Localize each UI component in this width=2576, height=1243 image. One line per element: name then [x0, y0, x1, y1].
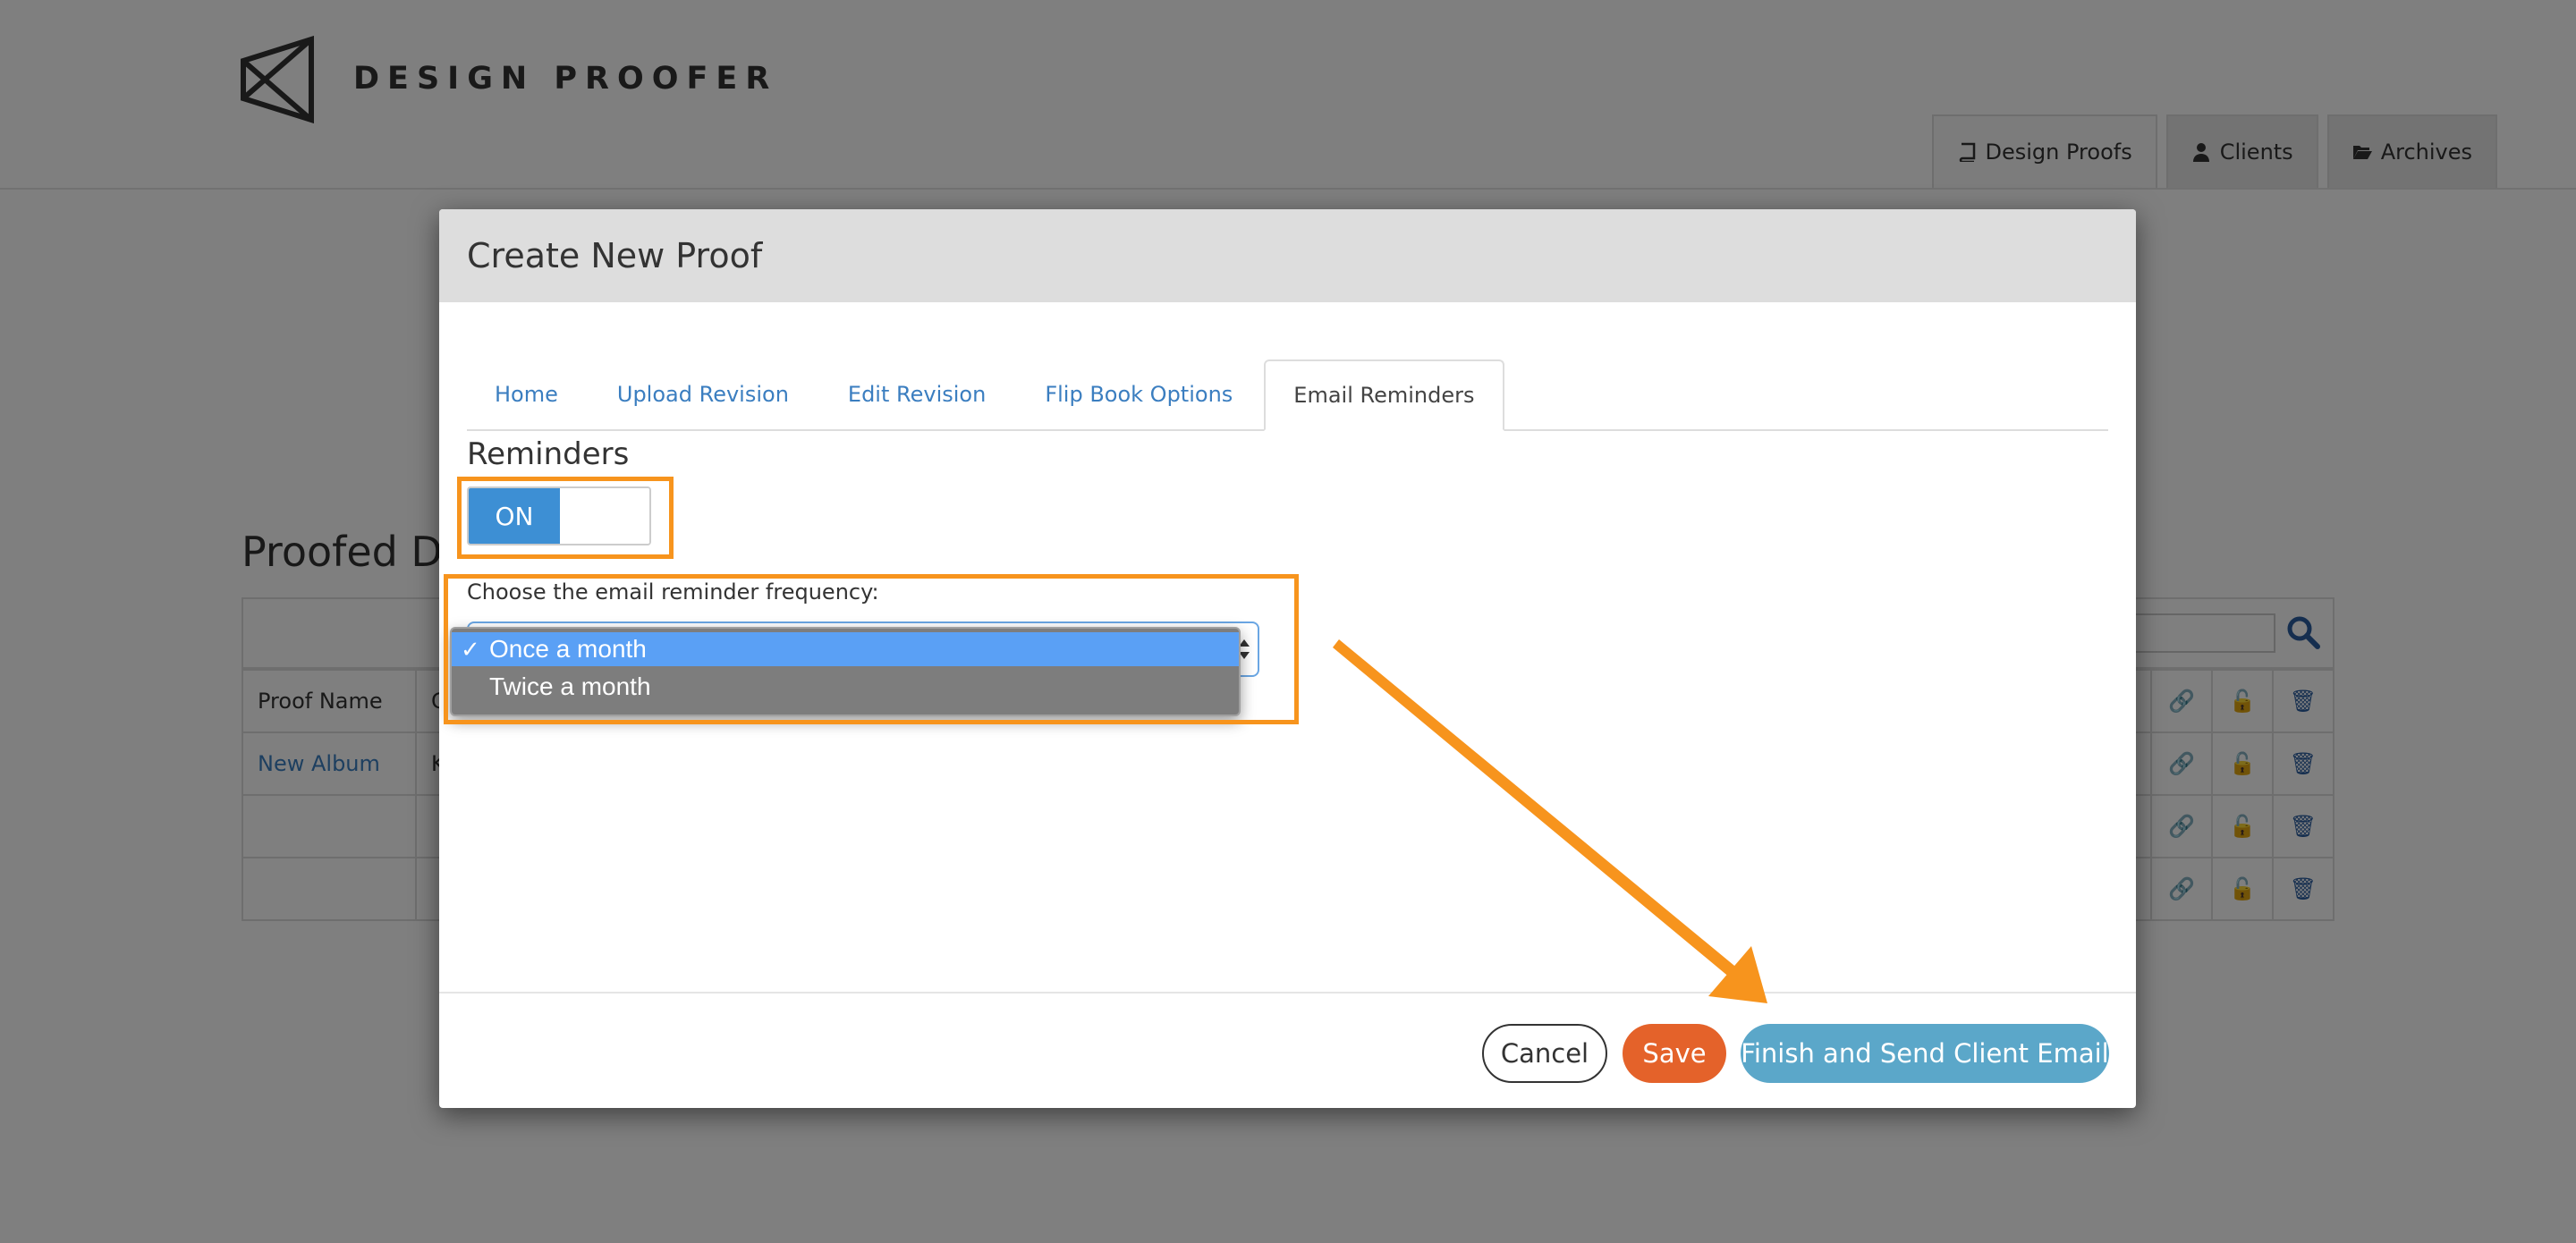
- save-button[interactable]: Save: [1623, 1024, 1726, 1083]
- modal-title: Create New Proof: [467, 236, 763, 275]
- modal-tabs: Home Upload Revision Edit Revision Flip …: [467, 331, 2108, 431]
- tab-email-reminders[interactable]: Email Reminders: [1264, 359, 1504, 431]
- frequency-highlight-box: [444, 574, 1299, 724]
- tab-home[interactable]: Home: [467, 359, 586, 429]
- modal-footer: Cancel Save Finish and Send Client Email: [439, 992, 2136, 1108]
- tab-edit-revision[interactable]: Edit Revision: [820, 359, 1013, 429]
- reminders-heading: Reminders: [467, 436, 630, 472]
- tab-upload-revision[interactable]: Upload Revision: [589, 359, 817, 429]
- modal-header: Create New Proof: [439, 209, 2136, 302]
- finish-send-email-button[interactable]: Finish and Send Client Email: [1741, 1024, 2109, 1083]
- cancel-button[interactable]: Cancel: [1482, 1024, 1607, 1083]
- tab-flip-book-options[interactable]: Flip Book Options: [1017, 359, 1260, 429]
- toggle-highlight-box: [457, 477, 674, 559]
